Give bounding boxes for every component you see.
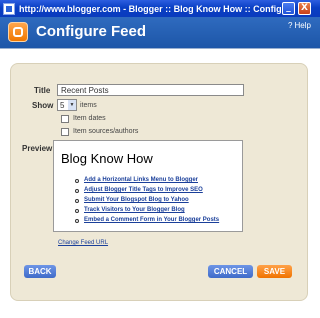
help-link[interactable]: ? Help	[288, 21, 311, 30]
bullet-icon	[75, 199, 79, 203]
page-header: Configure Feed ? Help	[0, 17, 320, 49]
browser-icon	[3, 2, 15, 15]
items-label: items	[80, 102, 97, 109]
preview-label: Preview	[22, 144, 53, 153]
preview-link-1[interactable]: Add a Horizontal Links Menu to Blogger	[84, 177, 198, 183]
change-feed-url-link[interactable]: Change Feed URL	[58, 240, 108, 246]
show-select[interactable]: 5 ▼	[57, 99, 77, 111]
preview-blog-title: Blog Know How	[61, 151, 153, 166]
help-icon: ?	[288, 21, 293, 30]
item-sources-label: Item sources/authors	[73, 128, 139, 135]
item-dates-checkbox[interactable]	[61, 115, 69, 123]
page-title: Configure Feed	[36, 23, 147, 40]
help-label: Help	[294, 21, 311, 30]
item-sources-checkbox[interactable]	[61, 128, 69, 136]
cancel-button[interactable]: CANCEL	[208, 265, 253, 278]
bullet-icon	[75, 209, 79, 213]
chevron-down-icon[interactable]: ▼	[68, 100, 76, 110]
window-titlebar: http://www.blogger.com - Blogger :: Blog…	[0, 0, 320, 17]
close-button[interactable]: X	[298, 2, 311, 15]
save-button[interactable]: SAVE	[257, 265, 292, 278]
preview-link-5[interactable]: Embed a Comment Form in Your Blogger Pos…	[84, 217, 219, 223]
preview-link-4[interactable]: Track Visitors to Your Blogger Blog	[84, 207, 185, 213]
item-dates-label: Item dates	[73, 115, 106, 122]
window-title: http://www.blogger.com - Blogger :: Blog…	[19, 3, 283, 14]
preview-link-2[interactable]: Adjust Blogger Title Tags to Improve SEO	[84, 187, 203, 193]
back-button[interactable]: BACK	[24, 265, 56, 278]
bullet-icon	[75, 179, 79, 183]
bullet-icon	[75, 219, 79, 223]
title-input[interactable]	[57, 84, 244, 96]
blogger-logo-icon	[8, 22, 28, 42]
show-label: Show	[32, 101, 54, 110]
title-label: Title	[34, 86, 51, 95]
preview-link-3[interactable]: Submit Your Blogspot Blog to Yahoo	[84, 197, 189, 203]
show-select-value: 5	[60, 100, 65, 110]
minimize-button[interactable]: _	[282, 2, 295, 15]
bullet-icon	[75, 189, 79, 193]
